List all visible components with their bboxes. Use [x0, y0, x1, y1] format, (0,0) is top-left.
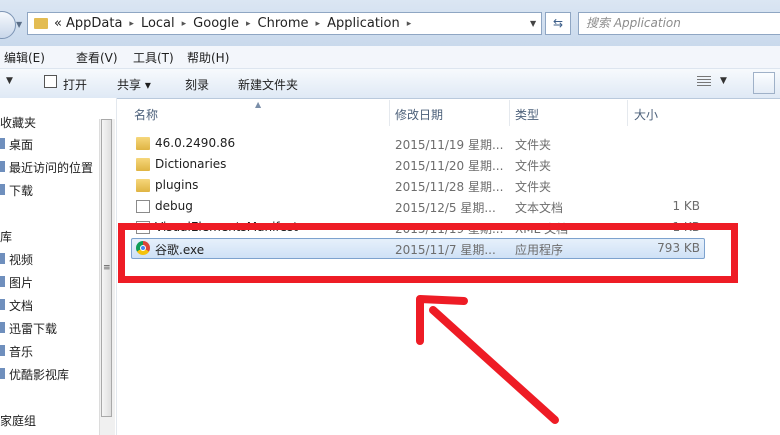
file-date: 2015/12/5 星期... — [395, 201, 496, 215]
menu-tools[interactable]: 工具(T) — [133, 49, 174, 66]
videos-icon — [0, 253, 5, 264]
breadcrumb-separator-icon[interactable]: ▸ — [182, 19, 187, 29]
nav-item-documents[interactable]: 文档 — [9, 297, 33, 314]
nav-item-pictures[interactable]: 图片 — [9, 274, 33, 291]
column-header-date[interactable]: 修改日期 — [395, 106, 443, 123]
menu-edit[interactable]: 编辑(E) — [4, 49, 45, 66]
nav-homegroup-header[interactable]: 家庭组 — [0, 412, 36, 429]
folder-icon — [136, 179, 150, 192]
history-dropdown-icon[interactable]: ▼ — [16, 20, 22, 29]
view-options-icon[interactable] — [697, 76, 711, 88]
file-row[interactable]: Dictionaries 2015/11/20 星期... 文件夹 — [130, 154, 705, 175]
pictures-icon — [0, 276, 5, 287]
search-input[interactable]: 搜索 Application — [578, 12, 780, 35]
column-divider[interactable] — [389, 100, 390, 126]
youku-library-icon — [0, 368, 5, 379]
scroll-grip-icon: ≡ — [103, 263, 111, 273]
file-name: Dictionaries — [155, 157, 227, 171]
nav-item-desktop[interactable]: 桌面 — [9, 136, 33, 153]
file-row[interactable]: 46.0.2490.86 2015/11/19 星期... 文件夹 — [130, 133, 705, 154]
nav-item-youku[interactable]: 优酷影视库 — [9, 366, 69, 383]
thunder-downloads-icon — [0, 322, 5, 333]
file-type: 文件夹 — [515, 159, 552, 173]
red-arrow-icon — [416, 295, 559, 424]
breadcrumb-appdata[interactable]: AppData — [66, 16, 122, 31]
breadcrumb-local[interactable]: Local — [141, 16, 175, 31]
nav-item-thunder[interactable]: 迅雷下载 — [9, 320, 57, 337]
organize-dropdown-icon[interactable]: ▼ — [6, 76, 13, 86]
folder-icon — [136, 158, 150, 171]
burn-button[interactable]: 刻录 — [185, 76, 209, 93]
address-overflow[interactable]: « — [54, 16, 62, 31]
address-dropdown-icon[interactable]: ▼ — [530, 19, 536, 28]
documents-icon — [0, 299, 5, 310]
breadcrumb-application[interactable]: Application — [327, 16, 400, 31]
folder-icon — [34, 18, 48, 29]
desktop-icon — [0, 138, 5, 149]
column-header-name[interactable]: 名称 — [134, 106, 158, 123]
sort-ascending-icon: ▲ — [255, 100, 262, 109]
red-highlight-box — [118, 223, 738, 283]
file-name: plugins — [155, 178, 199, 192]
breadcrumb-separator-icon[interactable]: ▸ — [246, 19, 251, 29]
column-header-type[interactable]: 类型 — [515, 106, 539, 123]
file-row[interactable]: debug 2015/12/5 星期... 文本文档 1 KB — [130, 196, 705, 217]
printer-icon — [44, 75, 57, 88]
downloads-icon — [0, 184, 5, 195]
menu-help[interactable]: 帮助(H) — [187, 49, 229, 66]
menu-view[interactable]: 查看(V) — [76, 49, 118, 66]
text-file-icon — [136, 200, 150, 213]
breadcrumb-separator-icon[interactable]: ▸ — [316, 19, 321, 29]
file-date: 2015/11/28 星期... — [395, 180, 504, 194]
breadcrumb-separator-icon[interactable]: ▸ — [129, 19, 134, 29]
preview-pane-button[interactable] — [753, 72, 775, 94]
share-button[interactable]: 共享 ▾ — [117, 76, 151, 93]
nav-libraries-header[interactable]: 库 — [0, 228, 12, 245]
file-type: 文件夹 — [515, 138, 552, 152]
nav-item-downloads[interactable]: 下载 — [9, 182, 33, 199]
breadcrumb-chrome[interactable]: Chrome — [258, 16, 309, 31]
file-name: 46.0.2490.86 — [155, 136, 236, 150]
file-size: 1 KB — [672, 199, 700, 213]
new-folder-button[interactable]: 新建文件夹 — [238, 76, 298, 93]
column-header-size[interactable]: 大小 — [634, 106, 658, 123]
file-type: 文本文档 — [515, 201, 564, 215]
file-date: 2015/11/20 星期... — [395, 159, 504, 173]
file-name: debug — [155, 199, 193, 213]
column-header-row — [117, 100, 780, 126]
music-icon — [0, 345, 5, 356]
address-bar[interactable]: « AppData ▸ Local ▸ Google ▸ Chrome ▸ Ap… — [27, 12, 542, 35]
breadcrumb-separator-icon[interactable]: ▸ — [407, 19, 412, 29]
nav-item-recent[interactable]: 最近访问的位置 — [9, 159, 93, 176]
file-date: 2015/11/19 星期... — [395, 138, 504, 152]
refresh-button[interactable]: ⇆ — [545, 12, 571, 35]
recent-places-icon — [0, 161, 5, 172]
nav-favorites-header[interactable]: 收藏夹 — [0, 114, 36, 131]
column-divider[interactable] — [509, 100, 510, 126]
nav-item-music[interactable]: 音乐 — [9, 343, 33, 360]
view-dropdown-icon[interactable]: ▼ — [720, 76, 727, 86]
nav-item-videos[interactable]: 视频 — [9, 251, 33, 268]
folder-icon — [136, 137, 150, 150]
breadcrumb-google[interactable]: Google — [193, 16, 239, 31]
file-type: 文件夹 — [515, 180, 552, 194]
column-divider[interactable] — [627, 100, 628, 126]
open-button[interactable]: 打开 — [63, 76, 87, 93]
file-row[interactable]: plugins 2015/11/28 星期... 文件夹 — [130, 175, 705, 196]
